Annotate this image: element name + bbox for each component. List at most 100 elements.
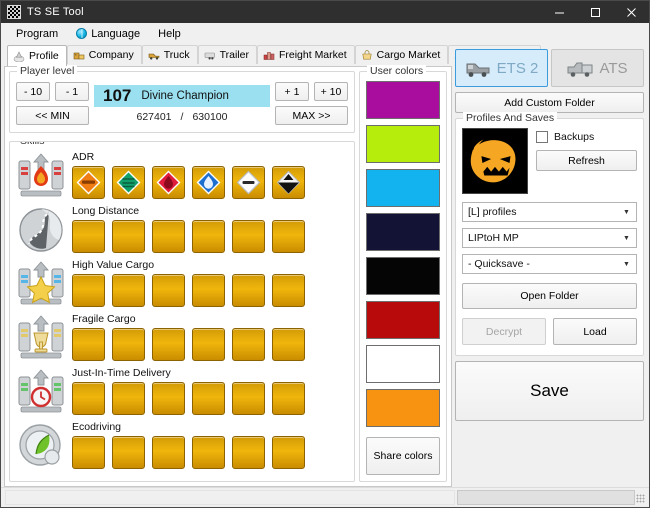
skill-name: Just-In-Time Delivery xyxy=(72,367,348,380)
skill-pip[interactable] xyxy=(112,274,145,307)
menu-item-help[interactable]: Help xyxy=(149,25,190,43)
adr-skill-icon xyxy=(16,151,66,201)
skill-pip[interactable] xyxy=(72,220,105,253)
level-minus-one-button[interactable]: - 1 xyxy=(55,82,89,101)
skill-pip[interactable] xyxy=(272,436,305,469)
menu-item-program[interactable]: Program xyxy=(7,25,67,43)
right-column: ETS 2 ATS Add Custom Folder Profiles And… xyxy=(452,45,646,487)
profile-tab-panel: Player level - 10 - 1 << MIN xyxy=(4,66,452,487)
skill-pip[interactable] xyxy=(272,382,305,415)
skill-pip[interactable] xyxy=(232,436,265,469)
skill-pip[interactable] xyxy=(152,382,185,415)
skill-pip[interactable] xyxy=(72,328,105,361)
tab-profile[interactable]: Profile xyxy=(7,45,67,66)
chevron-down-icon[interactable]: ▼ xyxy=(619,255,634,273)
skill-pip[interactable] xyxy=(72,274,105,307)
level-minus-ten-button[interactable]: - 10 xyxy=(16,82,50,101)
level-bar: 107 Divine Champion xyxy=(94,85,270,107)
skill-pip[interactable] xyxy=(112,436,145,469)
skill-pip[interactable] xyxy=(152,274,185,307)
skill-pip[interactable] xyxy=(152,220,185,253)
game-tab-label: ATS xyxy=(599,60,627,77)
color-swatch-white[interactable] xyxy=(366,345,440,383)
profiles-folder-select[interactable]: [L] profiles ▼ xyxy=(462,202,637,222)
user-colors-title: User colors xyxy=(367,65,426,77)
skill-pip[interactable] xyxy=(192,382,225,415)
profile-select[interactable]: LIPtoH MP ▼ xyxy=(462,228,637,248)
adr-white-diamond[interactable] xyxy=(232,166,265,199)
adr-orange-diamond[interactable] xyxy=(72,166,105,199)
minimize-icon[interactable] xyxy=(541,1,577,23)
xp-current: 627401 xyxy=(136,111,171,123)
profiles-and-saves-title: Profiles And Saves xyxy=(463,112,557,124)
skill-pip[interactable] xyxy=(232,220,265,253)
skill-pip[interactable] xyxy=(232,382,265,415)
maximize-icon[interactable] xyxy=(577,1,613,23)
ats-truck-icon xyxy=(567,57,593,79)
skill-pip[interactable] xyxy=(232,328,265,361)
tab-cargo-market[interactable]: Cargo Market xyxy=(355,45,449,64)
menu-label: Program xyxy=(16,28,58,40)
menu-label: Help xyxy=(158,28,181,40)
skill-pip[interactable] xyxy=(232,274,265,307)
skill-pip[interactable] xyxy=(192,436,225,469)
menu-item-language[interactable]: Language xyxy=(67,25,149,43)
color-swatch-navy[interactable] xyxy=(366,213,440,251)
profile-actions: Backups Refresh xyxy=(536,128,637,194)
level-plus-ten-button[interactable]: + 10 xyxy=(314,82,348,101)
skill-row-long-distance: Long Distance xyxy=(16,205,348,259)
skill-pip[interactable] xyxy=(112,328,145,361)
chevron-down-icon[interactable]: ▼ xyxy=(619,203,634,221)
level-min-button[interactable]: << MIN xyxy=(16,106,89,125)
skill-pip[interactable] xyxy=(152,436,185,469)
tab-truck[interactable]: Truck xyxy=(142,45,198,64)
color-swatch-darkred[interactable] xyxy=(366,301,440,339)
level-max-button[interactable]: MAX >> xyxy=(275,106,348,125)
adr-red-diamond[interactable] xyxy=(152,166,185,199)
game-tab-ets2[interactable]: ETS 2 xyxy=(455,49,548,87)
color-swatch-magenta[interactable] xyxy=(366,81,440,119)
skill-pips-long-distance xyxy=(72,220,348,253)
tab-label: Freight Market xyxy=(279,49,347,61)
chevron-down-icon[interactable]: ▼ xyxy=(619,229,634,247)
refresh-button[interactable]: Refresh xyxy=(536,150,637,171)
menu-bar: Program Language Help xyxy=(1,23,649,45)
skill-pip[interactable] xyxy=(192,274,225,307)
tab-freight-market[interactable]: Freight Market xyxy=(257,45,355,64)
skill-pip[interactable] xyxy=(192,328,225,361)
tab-trailer[interactable]: Trailer xyxy=(198,45,257,64)
load-button[interactable]: Load xyxy=(553,318,637,345)
backups-checkbox-row[interactable]: Backups xyxy=(536,131,637,143)
skill-pip[interactable] xyxy=(192,220,225,253)
color-swatch-orange[interactable] xyxy=(366,389,440,427)
open-folder-button[interactable]: Open Folder xyxy=(462,283,637,309)
skill-pip[interactable] xyxy=(272,274,305,307)
skill-pip[interactable] xyxy=(152,328,185,361)
close-icon[interactable] xyxy=(613,1,649,23)
share-colors-button[interactable]: Share colors xyxy=(366,437,440,475)
skill-pip[interactable] xyxy=(112,220,145,253)
color-swatch-black[interactable] xyxy=(366,257,440,295)
save-select[interactable]: - Quicksave - ▼ xyxy=(462,254,637,274)
resize-grip-icon[interactable] xyxy=(635,490,647,505)
backups-checkbox[interactable] xyxy=(536,131,548,143)
skill-pips-jit-delivery xyxy=(72,382,348,415)
color-swatch-cyan[interactable] xyxy=(366,169,440,207)
tab-label: Cargo Market xyxy=(377,49,441,61)
skill-pip[interactable] xyxy=(272,220,305,253)
save-button[interactable]: Save xyxy=(455,361,644,421)
skill-pip[interactable] xyxy=(72,436,105,469)
skill-pip[interactable] xyxy=(112,382,145,415)
player-level-title: Player level xyxy=(17,65,77,77)
adr-black-diamond[interactable] xyxy=(272,166,305,199)
color-swatch-lime[interactable] xyxy=(366,125,440,163)
add-custom-folder-button[interactable]: Add Custom Folder xyxy=(455,92,644,113)
skill-pip[interactable] xyxy=(72,382,105,415)
adr-green-diamond[interactable] xyxy=(112,166,145,199)
xp-next: 630100 xyxy=(192,111,227,123)
game-tab-ats[interactable]: ATS xyxy=(551,49,644,87)
skill-pip[interactable] xyxy=(272,328,305,361)
level-plus-one-button[interactable]: + 1 xyxy=(275,82,309,101)
tab-company[interactable]: Company xyxy=(67,45,142,64)
adr-blue-diamond[interactable] xyxy=(192,166,225,199)
